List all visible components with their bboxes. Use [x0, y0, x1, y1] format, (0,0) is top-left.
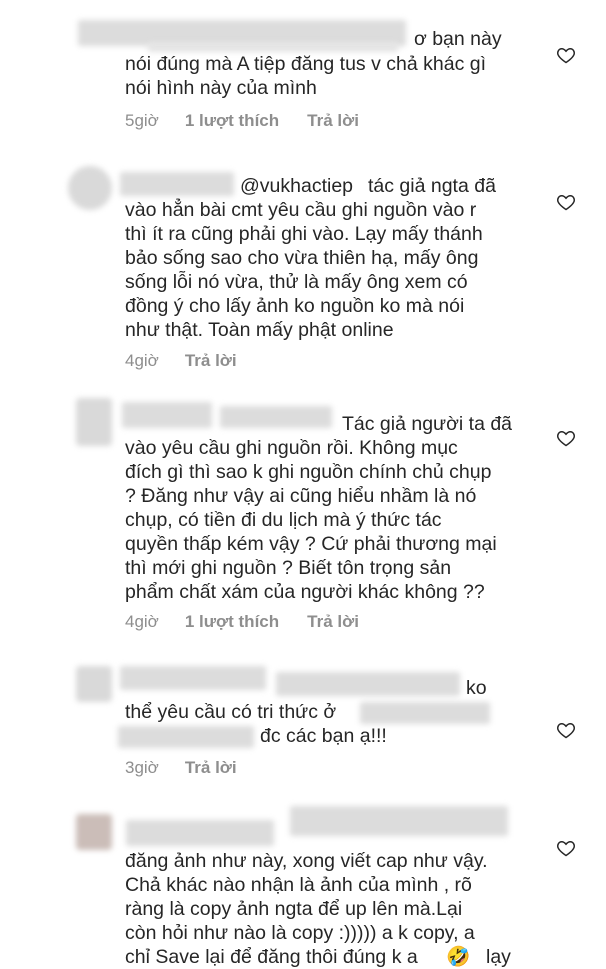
reply-button[interactable]: Trả lời: [307, 111, 359, 131]
comment-text: đồng ý cho lấy ảnh ko nguồn ko mà nói: [125, 295, 465, 317]
comment-text: nói hình này của mình: [125, 77, 317, 99]
redacted-username: [120, 666, 266, 690]
comment-text: chụp, có tiền đi du lịch mà ý thức tác: [125, 509, 442, 531]
comment-time: 4giờ: [125, 612, 159, 631]
comment-text: ko: [466, 677, 487, 699]
comment-4: ko thể yêu cầu có tri thức ở đc các bạn …: [0, 650, 606, 790]
comment-text: lạy: [486, 946, 511, 968]
comment-text: phẩm chất xám của người khác không ??: [125, 581, 485, 603]
comment-text: còn hỏi như nào là copy :))))) a k copy,…: [125, 922, 475, 944]
redacted-username: [220, 406, 332, 428]
heart-outline-icon[interactable]: [556, 428, 576, 448]
redacted-username: [276, 672, 460, 696]
likes-count[interactable]: 1 lượt thích: [185, 612, 279, 632]
comment-5: đăng ảnh như này, xong viết cap như vậy.…: [0, 790, 606, 968]
comment-text: thì ít ra cũng phải ghi vào. Lạy mấy thá…: [125, 223, 483, 245]
heart-outline-icon[interactable]: [556, 838, 576, 858]
comment-text: vào hẳn bài cmt yêu cầu ghi nguồn vào r: [125, 199, 477, 221]
comment-meta: 3giờ Trả lời: [125, 758, 237, 778]
comment-text: như thật. Toàn mấy phật online: [125, 319, 394, 341]
comment-time: 4giờ: [125, 351, 159, 370]
comment-text: sống lỗi nó vừa, thử là mấy ông xem có: [125, 271, 468, 293]
comment-text: chỉ Save lại để đăng thôi đúng k a: [125, 946, 418, 968]
comment-meta: 5giờ 1 lượt thích Trả lời: [125, 111, 359, 131]
comment-text: ơ bạn này: [414, 28, 502, 50]
comment-text: quyền thấp kém vậy ? Cứ phải thương mại: [125, 533, 497, 555]
heart-outline-icon[interactable]: [556, 45, 576, 65]
comment-text: vào yêu cầu ghi nguồn rồi. Không mục: [125, 437, 458, 459]
avatar: [76, 666, 112, 702]
reply-button[interactable]: Trả lời: [185, 351, 237, 371]
redacted-username: [290, 806, 508, 836]
redacted-text: [360, 702, 490, 724]
comment-text: thể yêu cầu có tri thức ở: [125, 701, 337, 723]
avatar: [68, 166, 112, 210]
comment-text: đc các bạn ạ!!!: [260, 725, 387, 747]
redacted-text: [118, 726, 254, 748]
comment-text: Tác giả người ta đã: [342, 413, 513, 435]
comment-text: đích gì thì sao k ghi nguồn chính chủ ch…: [125, 461, 492, 483]
comment-text: đăng ảnh như này, xong viết cap như vậy.: [125, 850, 488, 872]
redacted-username: [120, 172, 234, 196]
comment-2: @vukhactiep tác giả ngta đã vào hẳn bài …: [0, 150, 606, 390]
comment-time: 3giờ: [125, 758, 159, 777]
mention-link[interactable]: @vukhactiep: [240, 174, 353, 198]
comment-text: nói đúng mà A tiệp đăng tus v chả khác g…: [125, 53, 486, 75]
comment-text: bảo sống sao cho vừa thiên hạ, mấy ông: [125, 247, 479, 269]
comment-text: thì mới ghi nguồn ? Biết tôn trọng sản: [125, 557, 452, 579]
comment-time: 5giờ: [125, 111, 159, 130]
redacted-username: [148, 42, 398, 52]
comment-text: ràng là copy ảnh ngta để up lên mà.Lại: [125, 898, 463, 920]
heart-outline-icon[interactable]: [556, 192, 576, 212]
avatar: [76, 398, 112, 446]
comment-meta: 4giờ 1 lượt thích Trả lời: [125, 612, 359, 632]
comment-1: ơ bạn này nói đúng mà A tiệp đăng tus v …: [0, 0, 606, 150]
comment-text: ? Đăng như vậy ai cũng hiểu nhầm là nó: [125, 485, 477, 507]
reply-button[interactable]: Trả lời: [307, 612, 359, 632]
emoji: 🤣: [446, 946, 471, 968]
comment-text: tác giả ngta đã: [368, 175, 496, 197]
comment-3: Tác giả người ta đã vào yêu cầu ghi nguồ…: [0, 390, 606, 650]
heart-outline-icon[interactable]: [556, 720, 576, 740]
comment-text: Chả khác nào nhận là ảnh của mình , rõ: [125, 874, 472, 896]
redacted-username: [126, 820, 274, 846]
likes-count[interactable]: 1 lượt thích: [185, 111, 279, 131]
redacted-username: [122, 402, 212, 428]
comment-meta: 4giờ Trả lời: [125, 351, 237, 371]
reply-button[interactable]: Trả lời: [185, 758, 237, 778]
avatar: [76, 814, 112, 850]
